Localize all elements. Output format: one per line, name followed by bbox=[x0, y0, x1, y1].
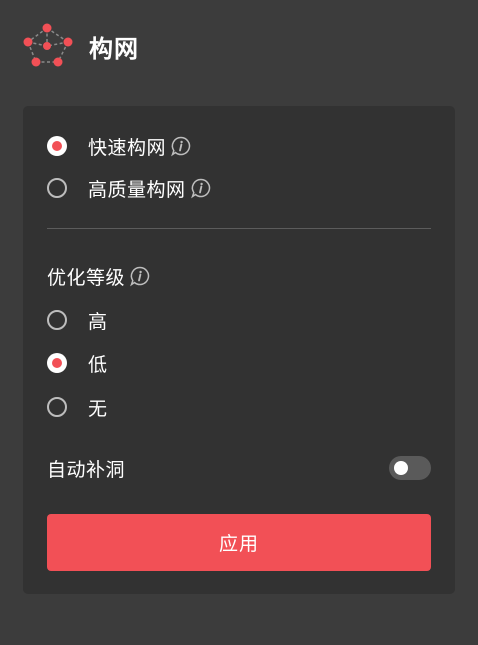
radio-high-quality-meshing[interactable]: 高质量构网 bbox=[47, 174, 212, 202]
radio-button[interactable] bbox=[47, 310, 67, 330]
apply-button[interactable]: 应用 bbox=[47, 514, 431, 571]
optimization-level-title: 优化等级 bbox=[47, 262, 151, 290]
meshing-panel: 快速构网 高质量构网 优化等级 高 低 无 自动补洞 应用 bbox=[23, 106, 455, 594]
radio-optimization-low[interactable]: 低 bbox=[47, 349, 108, 377]
radio-button[interactable] bbox=[47, 397, 67, 417]
header: 构网 bbox=[22, 22, 139, 70]
toggle-label: 自动补洞 bbox=[47, 458, 126, 481]
radio-button[interactable] bbox=[47, 353, 67, 373]
toggle-knob bbox=[394, 461, 408, 475]
radio-button[interactable] bbox=[47, 136, 67, 156]
info-icon[interactable] bbox=[129, 265, 151, 287]
page: { "header": { "title": "构网", "logo_icon"… bbox=[0, 0, 478, 645]
section-title-label: 优化等级 bbox=[47, 266, 126, 289]
radio-label: 高 bbox=[88, 310, 108, 333]
radio-label: 高质量构网 bbox=[88, 178, 186, 201]
radio-optimization-none[interactable]: 无 bbox=[47, 393, 108, 421]
auto-hole-fill-row: 自动补洞 bbox=[47, 454, 431, 482]
radio-label: 无 bbox=[88, 397, 108, 420]
auto-hole-fill-toggle[interactable] bbox=[389, 456, 431, 480]
page-title: 构网 bbox=[89, 34, 139, 63]
radio-button[interactable] bbox=[47, 178, 67, 198]
radio-optimization-high[interactable]: 高 bbox=[47, 306, 108, 334]
radio-label: 低 bbox=[88, 353, 108, 376]
divider bbox=[47, 228, 431, 229]
radio-label: 快速构网 bbox=[88, 136, 167, 159]
info-icon[interactable] bbox=[190, 177, 212, 199]
radio-fast-meshing[interactable]: 快速构网 bbox=[47, 132, 192, 160]
mesh-network-icon bbox=[23, 23, 73, 67]
info-icon[interactable] bbox=[170, 135, 192, 157]
